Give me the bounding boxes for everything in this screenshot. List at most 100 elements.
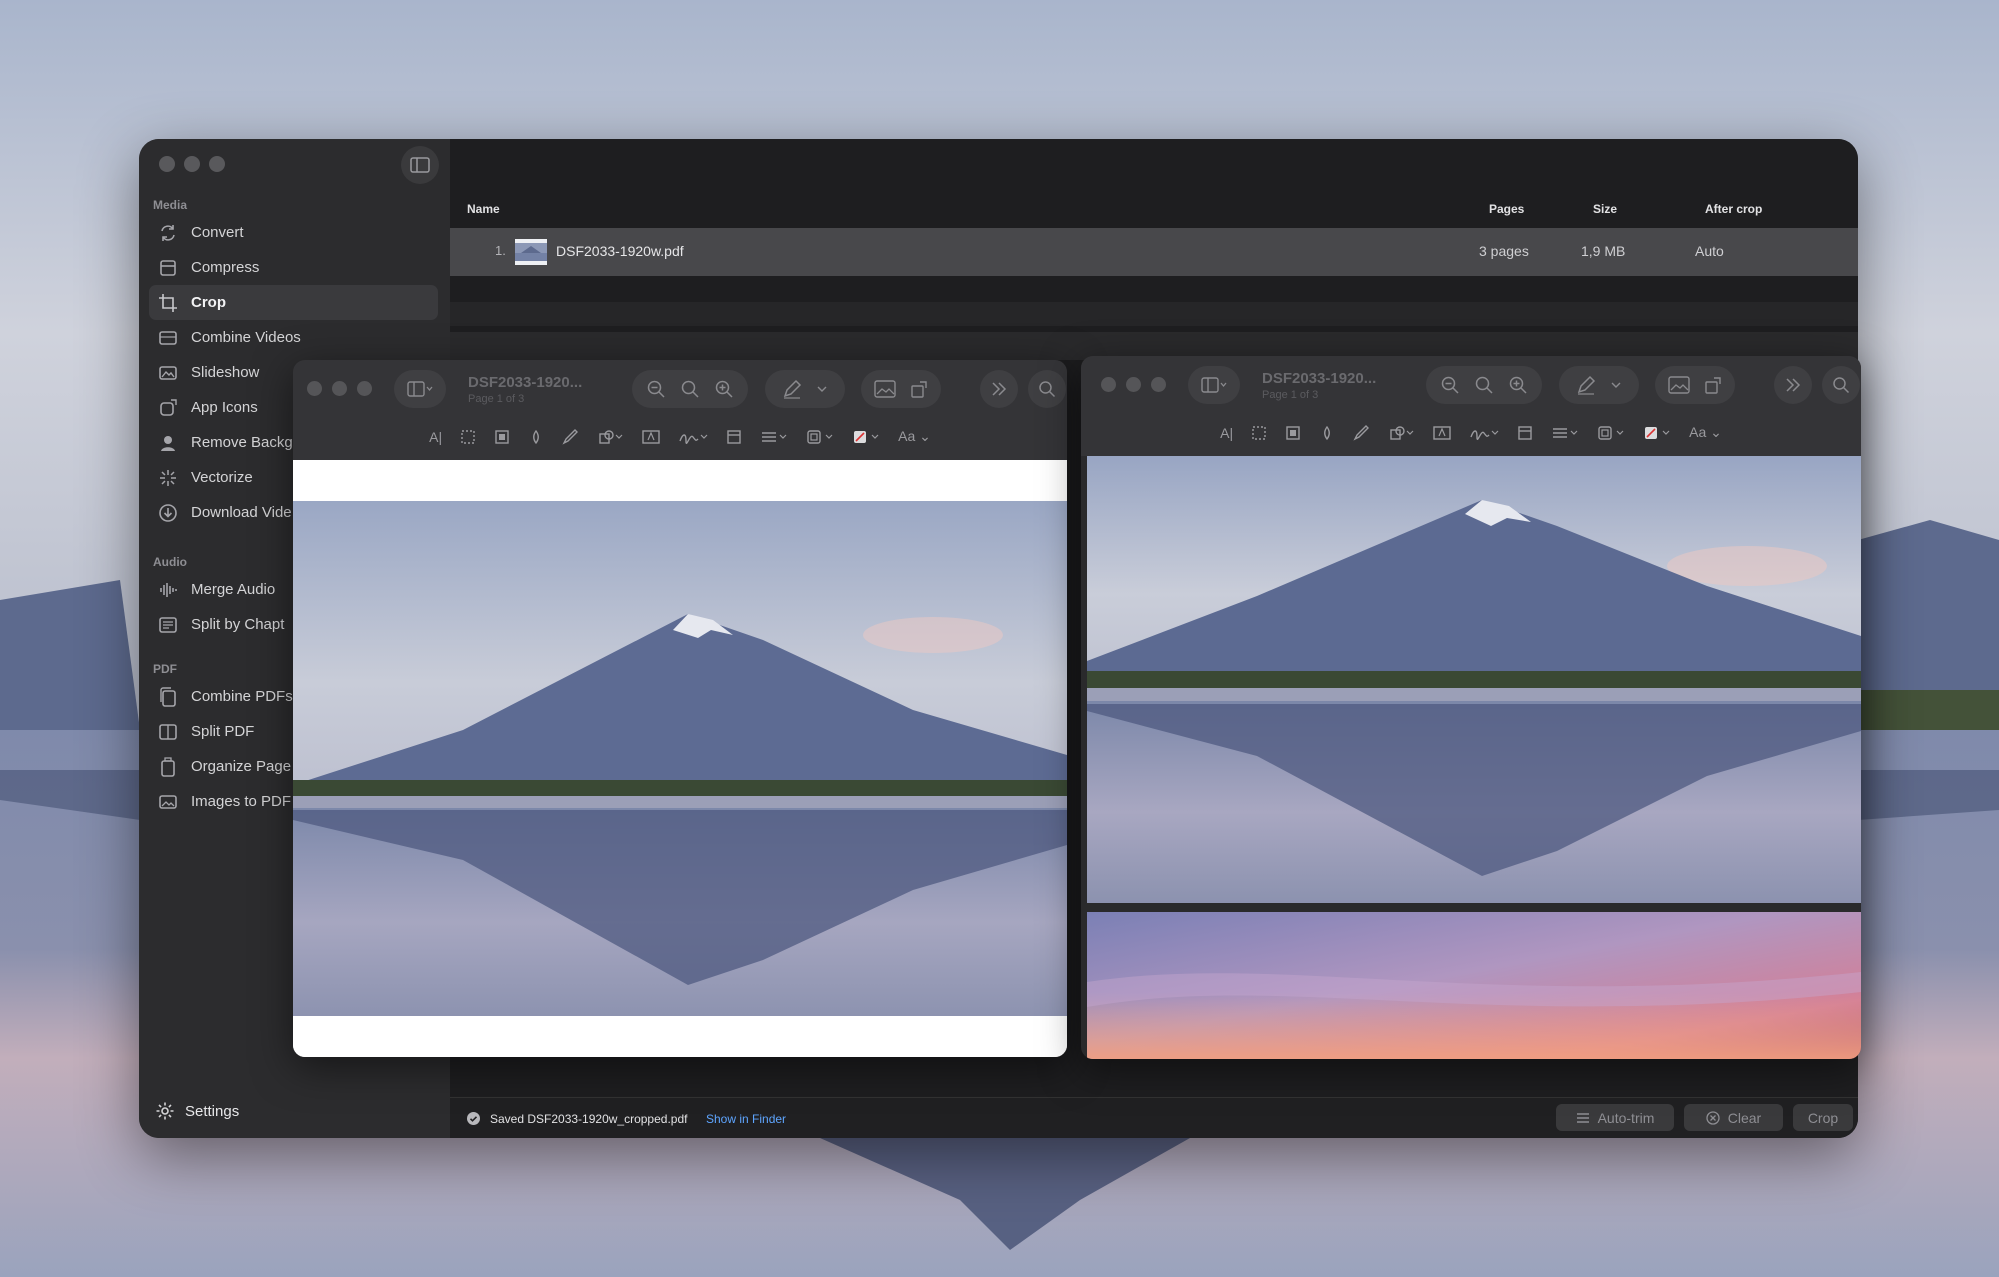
markup-button[interactable] xyxy=(1559,366,1639,404)
image-tools-button[interactable] xyxy=(1655,366,1735,404)
search-button[interactable] xyxy=(1822,366,1860,404)
close-button[interactable] xyxy=(307,381,322,396)
text-box-icon[interactable] xyxy=(1433,425,1451,441)
sidebar-item-label: Slideshow xyxy=(191,364,260,381)
combine-videos-icon xyxy=(157,327,179,349)
note-icon[interactable] xyxy=(726,429,742,445)
settings-button[interactable]: Settings xyxy=(155,1101,239,1121)
close-button[interactable] xyxy=(1101,377,1116,392)
rect-selection-icon[interactable] xyxy=(1251,425,1267,441)
minimize-button[interactable] xyxy=(184,156,200,172)
shapes-icon[interactable] xyxy=(1389,425,1415,441)
file-size: 1,9 MB xyxy=(1581,243,1626,259)
sketch-icon[interactable] xyxy=(528,429,544,445)
sidebar-item-convert[interactable]: Convert xyxy=(149,215,438,250)
text-selection-icon[interactable]: A| xyxy=(429,429,442,445)
sidebar-item-label: Images to PDF xyxy=(191,793,292,810)
line-style-icon[interactable] xyxy=(1551,425,1579,441)
sketch-icon[interactable] xyxy=(1319,425,1335,441)
gear-icon xyxy=(156,1102,174,1120)
signature-icon[interactable] xyxy=(678,429,708,445)
zoom-controls[interactable] xyxy=(632,370,748,408)
pdf-page-cropped xyxy=(1087,456,1861,903)
font-style-icon[interactable]: Aa ⌄ xyxy=(1689,424,1722,441)
sidebar-toggle-button[interactable] xyxy=(1188,366,1240,404)
font-style-icon[interactable]: Aa ⌄ xyxy=(898,428,931,445)
column-header-pages[interactable]: Pages xyxy=(1489,202,1524,216)
text-selection-icon[interactable]: A| xyxy=(1220,425,1233,441)
fill-color-icon[interactable] xyxy=(1643,425,1671,441)
column-header-name[interactable]: Name xyxy=(467,202,500,216)
column-header-size[interactable]: Size xyxy=(1593,202,1617,216)
auto-trim-label: Auto-trim xyxy=(1597,1109,1655,1126)
minimize-button[interactable] xyxy=(1126,377,1141,392)
sidebar-toggle-button[interactable] xyxy=(394,370,446,408)
markup-button[interactable] xyxy=(765,370,845,408)
text-box-icon[interactable] xyxy=(642,429,660,445)
file-after-crop[interactable]: Auto xyxy=(1695,243,1724,259)
zoom-out-icon[interactable] xyxy=(1440,375,1460,395)
show-in-finder-link[interactable]: Show in Finder xyxy=(706,1112,786,1126)
smart-lasso-icon[interactable] xyxy=(494,429,510,445)
note-icon[interactable] xyxy=(1517,425,1533,441)
zoom-in-icon[interactable] xyxy=(1508,375,1528,395)
settings-label: Settings xyxy=(185,1102,240,1120)
crop-label: Crop xyxy=(1807,1109,1839,1126)
rotate-icon xyxy=(1705,377,1721,394)
checkmark-circle-icon xyxy=(467,1112,480,1125)
zoom-fit-icon[interactable] xyxy=(680,379,700,399)
table-row[interactable]: 1. DSF2033-1920w.pdf 3 pages 1,9 MB Auto xyxy=(450,228,1858,276)
search-button[interactable] xyxy=(1028,370,1066,408)
remove-background-icon xyxy=(157,432,179,454)
markup-toolbar: A| Aa ⌄ xyxy=(1081,424,1861,441)
file-name: DSF2033-1920w.pdf xyxy=(556,243,684,259)
empty-row xyxy=(450,302,1858,326)
zoom-controls[interactable] xyxy=(1426,366,1542,404)
convert-icon xyxy=(157,222,179,244)
pdf-page-2-cropped xyxy=(1087,912,1861,1059)
draw-icon[interactable] xyxy=(562,428,580,445)
draw-icon[interactable] xyxy=(1353,424,1371,441)
shapes-icon[interactable] xyxy=(598,429,624,445)
zoom-button[interactable] xyxy=(209,156,225,172)
rect-selection-icon[interactable] xyxy=(460,429,476,445)
close-button[interactable] xyxy=(159,156,175,172)
clear-icon xyxy=(1706,1110,1720,1125)
document-title: DSF2033-1920... xyxy=(1262,370,1377,387)
status-message: Saved DSF2033-1920w_cropped.pdf xyxy=(490,1112,688,1126)
sidebar-item-crop[interactable]: Crop xyxy=(149,285,438,320)
auto-trim-button[interactable]: Auto-trim xyxy=(1556,1104,1674,1131)
download-icon xyxy=(157,502,179,524)
signature-icon[interactable] xyxy=(1469,425,1499,441)
waveform-icon xyxy=(157,579,179,601)
sidebar-item-label: Vectorize xyxy=(191,469,253,486)
column-header-after-crop[interactable]: After crop xyxy=(1705,202,1762,216)
zoom-button[interactable] xyxy=(357,381,372,396)
combine-pdfs-icon xyxy=(157,686,179,708)
crop-button[interactable]: Crop xyxy=(1793,1104,1853,1131)
more-tools-button[interactable] xyxy=(980,370,1018,408)
sidebar-item-label: Organize Page xyxy=(191,758,292,775)
chevron-down-icon xyxy=(817,386,827,392)
zoom-button[interactable] xyxy=(1151,377,1166,392)
image-tools-button[interactable] xyxy=(861,370,941,408)
border-color-icon[interactable] xyxy=(1597,425,1625,441)
smart-lasso-icon[interactable] xyxy=(1285,425,1301,441)
sidebar-item-compress[interactable]: Compress xyxy=(149,250,438,285)
sidebar-item-label: App Icons xyxy=(191,399,258,416)
fill-color-icon[interactable] xyxy=(852,429,880,445)
more-tools-button[interactable] xyxy=(1774,366,1812,404)
border-color-icon[interactable] xyxy=(806,429,834,445)
preview-window-cropped: DSF2033-1920... Page 1 of 3 A| Aa ⌄ xyxy=(1081,356,1861,1059)
sidebar-toggle-button[interactable] xyxy=(401,146,439,184)
document-title: DSF2033-1920... xyxy=(468,374,583,391)
zoom-fit-icon[interactable] xyxy=(1474,375,1494,395)
sidebar-item-combine-videos[interactable]: Combine Videos xyxy=(149,320,438,355)
zoom-in-icon[interactable] xyxy=(714,379,734,399)
double-chevron-right-icon xyxy=(1786,378,1801,392)
minimize-button[interactable] xyxy=(332,381,347,396)
zoom-out-icon[interactable] xyxy=(646,379,666,399)
line-style-icon[interactable] xyxy=(760,429,788,445)
page-divider xyxy=(1087,903,1861,912)
clear-button[interactable]: Clear xyxy=(1684,1104,1783,1131)
